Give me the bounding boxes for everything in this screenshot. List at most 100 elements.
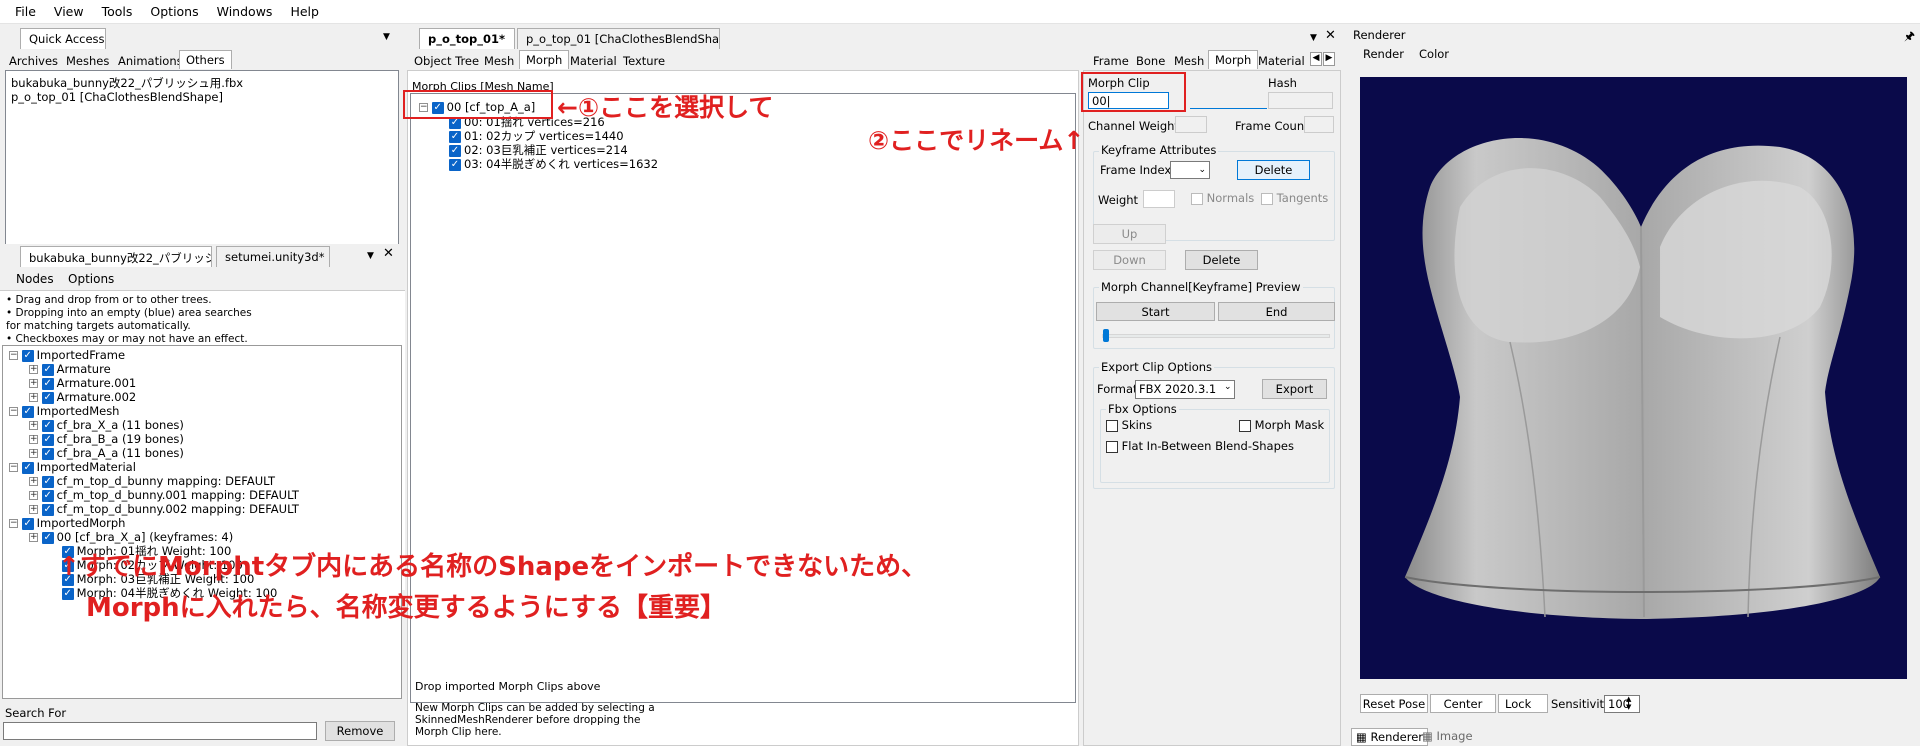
expand-icon[interactable]: + xyxy=(29,379,38,388)
tab-material-prop[interactable]: Material xyxy=(1252,52,1311,70)
format-select[interactable]: FBX 2020.3.1 xyxy=(1135,380,1235,399)
reset-pose-button[interactable]: Reset Pose xyxy=(1360,694,1428,713)
checkbox[interactable]: ✓ xyxy=(21,349,34,362)
lock-button[interactable]: Lock xyxy=(1498,694,1548,713)
scroll-right-icon[interactable]: ▶ xyxy=(1323,52,1335,66)
menu-color[interactable]: Color xyxy=(1419,47,1449,61)
expand-icon[interactable]: + xyxy=(29,365,38,374)
delete-clip-button[interactable]: Delete xyxy=(1185,250,1258,270)
tab-fbx-file[interactable]: bukabuka_bunny改22_パブリッシュ... xyxy=(20,246,212,267)
tree-node[interactable]: − ✓ ImportedFrame xyxy=(9,349,125,362)
tab-mesh-prop[interactable]: Mesh xyxy=(1168,52,1210,70)
checkbox[interactable]: ✓ xyxy=(41,475,54,488)
morph-clip-name-input[interactable] xyxy=(1190,92,1267,109)
up-button[interactable]: Up xyxy=(1093,224,1166,244)
pin-icon[interactable]: 🖈 xyxy=(1904,27,1915,48)
subtab-others[interactable]: Others xyxy=(179,50,232,69)
chevron-down-icon[interactable]: ▼ xyxy=(367,251,374,261)
checkbox[interactable] xyxy=(1191,192,1203,205)
collapse-icon[interactable]: − xyxy=(9,351,18,360)
checkbox[interactable]: ✓ xyxy=(41,447,54,460)
subtab-options[interactable]: Options xyxy=(68,272,114,286)
menu-render[interactable]: Render xyxy=(1363,47,1404,61)
search-input[interactable] xyxy=(3,722,317,740)
menu-help[interactable]: Help xyxy=(281,4,328,19)
tab-setumei[interactable]: setumei.unity3d* xyxy=(216,246,330,267)
tangents-checkbox[interactable]: Tangents xyxy=(1261,191,1328,205)
checkbox[interactable]: ✓ xyxy=(61,587,74,600)
morph-clip-item[interactable]: ✓ 02: 03巨乳補正 vertices=214 xyxy=(449,144,628,157)
tree-node[interactable]: + ✓ cf_m_top_d_bunny.001 mapping: DEFAULT xyxy=(29,489,299,502)
list-item[interactable]: p_o_top_01 [ChaClothesBlendShape] xyxy=(11,90,223,104)
subtab-meshes[interactable]: Meshes xyxy=(60,52,115,70)
export-button[interactable]: Export xyxy=(1262,379,1327,399)
checkbox[interactable]: ✓ xyxy=(41,391,54,404)
tab-morph[interactable]: Morph xyxy=(519,50,570,69)
quick-access-list[interactable]: bukabuka_bunny改22_パブリッシュ用.fbx p_o_top_01… xyxy=(5,70,399,260)
checkbox[interactable]: ✓ xyxy=(449,130,461,143)
tree-node[interactable]: − ✓ ImportedMaterial xyxy=(9,461,136,474)
tab-texture[interactable]: Texture xyxy=(617,52,671,70)
expand-icon[interactable]: + xyxy=(29,449,38,458)
frame-index-select[interactable]: ⌄ xyxy=(1170,161,1210,179)
down-button[interactable]: Down xyxy=(1093,250,1166,270)
expand-icon[interactable]: + xyxy=(29,435,38,444)
tab-frame[interactable]: Frame xyxy=(1087,52,1135,70)
checkbox[interactable]: ✓ xyxy=(21,517,34,530)
menu-tools[interactable]: Tools xyxy=(93,4,142,19)
weight-input[interactable] xyxy=(1143,190,1175,208)
sensitivity-stepper[interactable]: 100 xyxy=(1604,695,1640,713)
menu-view[interactable]: View xyxy=(45,4,93,19)
preview-slider-track[interactable] xyxy=(1102,334,1330,338)
tab-p-o-top-01[interactable]: p_o_top_01* xyxy=(419,28,515,49)
skins-checkbox[interactable]: Skins xyxy=(1106,418,1152,432)
tab-morph-prop[interactable]: Morph xyxy=(1208,50,1259,69)
menu-options[interactable]: Options xyxy=(141,4,207,19)
collapse-icon[interactable]: − xyxy=(9,407,18,416)
tab-material[interactable]: Material xyxy=(564,52,623,70)
tab-mesh[interactable]: Mesh xyxy=(478,52,520,70)
tab-image-bottom[interactable]: ▦ Image xyxy=(1418,728,1477,744)
center-button[interactable]: Center xyxy=(1430,694,1496,713)
subtab-animations[interactable]: Animations xyxy=(112,52,189,70)
tree-node[interactable]: + ✓ cf_bra_X_a (11 bones) xyxy=(29,419,184,432)
expand-icon[interactable]: + xyxy=(29,421,38,430)
subtab-nodes[interactable]: Nodes xyxy=(16,272,54,286)
normals-checkbox[interactable]: Normals xyxy=(1191,191,1254,205)
checkbox[interactable]: ✓ xyxy=(41,489,54,502)
expand-icon[interactable]: + xyxy=(29,505,38,514)
tree-node[interactable]: + ✓ 00 [cf_bra_X_a] (keyframes: 4) xyxy=(29,531,233,544)
tree-node[interactable]: + ✓ Armature xyxy=(29,363,111,376)
expand-icon[interactable]: + xyxy=(29,491,38,500)
checkbox[interactable]: ✓ xyxy=(41,377,54,390)
stepper-arrows-icon[interactable]: ▲ ▼ xyxy=(1626,695,1631,711)
menu-windows[interactable]: Windows xyxy=(208,4,282,19)
tree-node[interactable]: − ✓ ImportedMesh xyxy=(9,405,119,418)
tree-node[interactable]: + ✓ Armature.001 xyxy=(29,377,136,390)
morph-mask-checkbox[interactable]: Morph Mask xyxy=(1239,418,1324,432)
tree-node[interactable]: + ✓ Armature.002 xyxy=(29,391,136,404)
morph-clip-item[interactable]: ✓ 01: 02カップ vertices=1440 xyxy=(449,130,624,143)
channel-weight-input[interactable] xyxy=(1175,116,1207,133)
checkbox[interactable]: ✓ xyxy=(41,363,54,376)
checkbox[interactable]: ✓ xyxy=(21,461,34,474)
tree-node[interactable]: + ✓ cf_m_top_d_bunny mapping: DEFAULT xyxy=(29,475,275,488)
tree-node[interactable]: + ✓ cf_m_top_d_bunny.002 mapping: DEFAULT xyxy=(29,503,299,516)
expand-icon[interactable]: + xyxy=(29,393,38,402)
checkbox[interactable]: ✓ xyxy=(449,144,461,157)
checkbox[interactable]: ✓ xyxy=(41,433,54,446)
render-viewport[interactable] xyxy=(1360,77,1907,679)
expand-icon[interactable]: + xyxy=(29,533,38,542)
start-button[interactable]: Start xyxy=(1096,302,1215,321)
checkbox[interactable] xyxy=(1106,440,1118,453)
tree-node[interactable]: − ✓ ImportedMorph xyxy=(9,517,125,530)
scroll-left-icon[interactable]: ◀ xyxy=(1310,52,1322,66)
expand-icon[interactable]: + xyxy=(29,477,38,486)
chevron-down-icon[interactable]: ▼ xyxy=(383,32,390,42)
menu-file[interactable]: File xyxy=(6,4,45,19)
tab-renderer-bottom[interactable]: ▦ Renderer xyxy=(1351,728,1429,746)
collapse-icon[interactable]: − xyxy=(9,519,18,528)
close-icon[interactable]: ✕ xyxy=(1325,28,1336,43)
checkbox[interactable]: ✓ xyxy=(21,405,34,418)
preview-slider-thumb[interactable] xyxy=(1103,329,1109,342)
